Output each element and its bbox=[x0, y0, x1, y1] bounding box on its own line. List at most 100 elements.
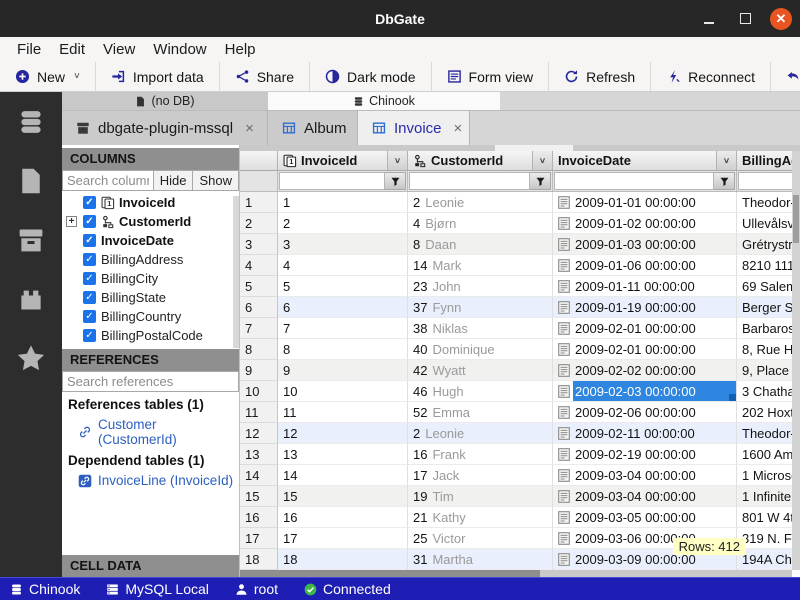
column-header-invoicedate[interactable]: InvoiceDate˅ bbox=[553, 151, 737, 170]
cell-customerid[interactable]: 37Fynn bbox=[408, 297, 553, 318]
row-number[interactable]: 4 bbox=[240, 255, 278, 276]
minimize-button[interactable] bbox=[698, 8, 720, 30]
filter-input-invoicedate[interactable] bbox=[554, 172, 714, 190]
cell-customerid[interactable]: 16Frank bbox=[408, 444, 553, 465]
form-view-button[interactable]: Form view bbox=[432, 62, 550, 91]
column-item-customerid[interactable]: +✓CustomerId bbox=[62, 212, 239, 231]
cell-invoicedate[interactable]: 2009-02-03 00:00:00 bbox=[553, 381, 737, 402]
row-number[interactable]: 10 bbox=[240, 381, 278, 402]
cell-invoicedate[interactable]: 2009-01-03 00:00:00 bbox=[553, 234, 737, 255]
column-item-invoiceid[interactable]: +✓1InvoiceId bbox=[62, 193, 239, 212]
cell-billingaddress[interactable]: 8, Rue Hanovre bbox=[737, 339, 800, 360]
cell-invoiceid[interactable]: 5 bbox=[278, 276, 408, 297]
grid-top-scrollbar[interactable] bbox=[240, 145, 800, 151]
menu-item-window[interactable]: Window bbox=[145, 40, 214, 59]
tab-album[interactable]: Album× bbox=[268, 111, 358, 145]
column-checkbox[interactable]: ✓ bbox=[83, 215, 96, 228]
cell-invoicedate[interactable]: 2009-01-06 00:00:00 bbox=[553, 255, 737, 276]
cell-invoiceid[interactable]: 2 bbox=[278, 213, 408, 234]
refresh-button[interactable]: Refresh bbox=[549, 62, 651, 91]
sidebar-database-icon[interactable] bbox=[17, 108, 45, 136]
dark-mode-button[interactable]: Dark mode bbox=[310, 62, 431, 91]
cell-invoicedate[interactable]: 2009-02-01 00:00:00 bbox=[553, 318, 737, 339]
cell-invoiceid[interactable]: 16 bbox=[278, 507, 408, 528]
grid-vertical-scrollbar[interactable] bbox=[792, 151, 800, 570]
cell-invoiceid[interactable]: 1 bbox=[278, 192, 408, 213]
cell-customerid[interactable]: 38Niklas bbox=[408, 318, 553, 339]
cell-customerid[interactable]: 8Daan bbox=[408, 234, 553, 255]
cell-billingaddress[interactable]: Berger Straße 10 bbox=[737, 297, 800, 318]
cell-billingaddress[interactable]: 801 W 4th Street bbox=[737, 507, 800, 528]
column-item-billingstate[interactable]: +✓BillingState bbox=[62, 288, 239, 307]
menu-item-file[interactable]: File bbox=[9, 40, 49, 59]
cell-invoiceid[interactable]: 11 bbox=[278, 402, 408, 423]
column-checkbox[interactable]: ✓ bbox=[83, 196, 96, 209]
cell-billingaddress[interactable]: 8210 111 ST NW bbox=[737, 255, 800, 276]
column-item-billingcity[interactable]: +✓BillingCity bbox=[62, 269, 239, 288]
left-panel-scrollbar[interactable] bbox=[233, 196, 239, 348]
cell-customerid[interactable]: 46Hugh bbox=[408, 381, 553, 402]
cell-billingaddress[interactable]: Theodor-Heuss-Straße 34 bbox=[737, 423, 800, 444]
cell-invoiceid[interactable]: 10 bbox=[278, 381, 408, 402]
row-number[interactable]: 5 bbox=[240, 276, 278, 297]
cell-customerid[interactable]: 52Emma bbox=[408, 402, 553, 423]
column-header-customerid[interactable]: CustomerId˅ bbox=[408, 151, 553, 170]
row-number[interactable]: 1 bbox=[240, 192, 278, 213]
search-references-input[interactable] bbox=[62, 371, 239, 392]
cell-invoiceid[interactable]: 4 bbox=[278, 255, 408, 276]
cell-invoicedate[interactable]: 2009-02-06 00:00:00 bbox=[553, 402, 737, 423]
cell-customerid[interactable]: 40Dominique bbox=[408, 339, 553, 360]
sidebar-plugin-icon[interactable] bbox=[17, 285, 45, 313]
cell-invoiceid[interactable]: 8 bbox=[278, 339, 408, 360]
expander-icon[interactable]: + bbox=[66, 216, 77, 227]
status-root[interactable]: root bbox=[235, 581, 278, 597]
column-menu-button[interactable]: ˅ bbox=[716, 151, 736, 170]
column-item-billingcountry[interactable]: +✓BillingCountry bbox=[62, 307, 239, 326]
cell-customerid[interactable]: 31Martha bbox=[408, 549, 553, 570]
cell-invoicedate[interactable]: 2009-03-04 00:00:00 bbox=[553, 465, 737, 486]
cell-billingaddress[interactable]: 194A Chain Lake Drive bbox=[737, 549, 800, 570]
grid-bottom-scrollbar[interactable] bbox=[240, 570, 792, 577]
status-mysql-local[interactable]: MySQL Local bbox=[106, 581, 209, 597]
menu-item-edit[interactable]: Edit bbox=[51, 40, 93, 59]
row-number[interactable]: 18 bbox=[240, 549, 278, 570]
row-number[interactable]: 11 bbox=[240, 402, 278, 423]
cell-customerid[interactable]: 14Mark bbox=[408, 255, 553, 276]
sidebar-archive-icon[interactable] bbox=[17, 226, 45, 254]
cell-invoiceid[interactable]: 3 bbox=[278, 234, 408, 255]
tab-close-icon[interactable]: × bbox=[245, 120, 254, 137]
cell-invoicedate[interactable]: 2009-02-01 00:00:00 bbox=[553, 339, 737, 360]
cell-invoiceid[interactable]: 13 bbox=[278, 444, 408, 465]
cell-customerid[interactable]: 25Victor bbox=[408, 528, 553, 549]
hide-button[interactable]: Hide bbox=[154, 170, 194, 191]
import-data-button[interactable]: Import data bbox=[96, 62, 220, 91]
tab-invoice[interactable]: Invoice× bbox=[358, 111, 470, 145]
cell-invoicedate[interactable]: 2009-02-19 00:00:00 bbox=[553, 444, 737, 465]
status-connected[interactable]: Connected bbox=[304, 581, 391, 597]
cell-invoicedate[interactable]: 2009-03-04 00:00:00 bbox=[553, 486, 737, 507]
tab-group--no-db-[interactable]: (no DB) bbox=[62, 92, 268, 111]
tab-group-chinook[interactable]: Chinook bbox=[268, 92, 500, 111]
reference-link[interactable]: InvoiceLine (InvoiceId) bbox=[66, 470, 239, 491]
row-number[interactable]: 7 bbox=[240, 318, 278, 339]
row-number[interactable]: 12 bbox=[240, 423, 278, 444]
cell-invoiceid[interactable]: 9 bbox=[278, 360, 408, 381]
cell-customerid[interactable]: 23John bbox=[408, 276, 553, 297]
close-button[interactable]: ✕ bbox=[770, 8, 792, 30]
search-columns-input[interactable] bbox=[62, 170, 154, 191]
cell-billingaddress[interactable]: Ullevålsveien 14 bbox=[737, 213, 800, 234]
cell-billingaddress[interactable]: Barbarossastraße 19 bbox=[737, 318, 800, 339]
cell-billingaddress[interactable]: 319 N. Frances Street bbox=[737, 528, 800, 549]
sidebar-file-icon[interactable] bbox=[17, 167, 45, 195]
sidebar-star-icon[interactable] bbox=[17, 344, 45, 372]
cell-billingaddress[interactable]: 9, Place Louis Barthou bbox=[737, 360, 800, 381]
reconnect-button[interactable]: Reconnect bbox=[651, 62, 771, 91]
filter-input-customerid[interactable] bbox=[409, 172, 530, 190]
fill-handle[interactable] bbox=[729, 394, 736, 401]
column-checkbox[interactable]: ✓ bbox=[83, 272, 96, 285]
column-checkbox[interactable]: ✓ bbox=[83, 310, 96, 323]
reference-link[interactable]: Customer (CustomerId) bbox=[66, 414, 239, 450]
row-number[interactable]: 15 bbox=[240, 486, 278, 507]
cell-customerid[interactable]: 4Bjørn bbox=[408, 213, 553, 234]
row-number[interactable]: 2 bbox=[240, 213, 278, 234]
